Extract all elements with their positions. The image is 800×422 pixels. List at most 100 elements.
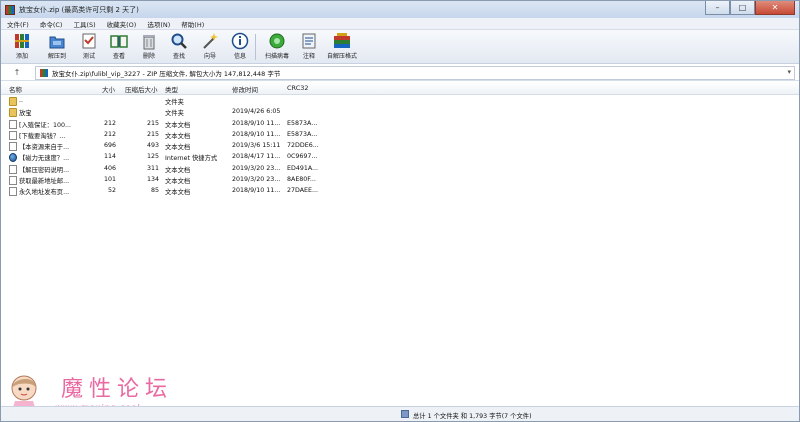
maximize-button[interactable]: □ — [730, 1, 755, 15]
toolbar-find-button[interactable]: 查找 — [164, 32, 194, 62]
row-type: 文件夹 — [165, 110, 184, 118]
address-path: 放宝女仆.zip\fulibl_vip_3227 - ZIP 压缩文件, 解包大… — [52, 70, 281, 78]
toolbar-sfx-button[interactable]: 自解压格式 — [327, 32, 357, 62]
row-modified: 2018/4/17 11... — [232, 153, 281, 161]
toolbar-virus-scan-button[interactable]: 扫描病毒 — [262, 32, 292, 62]
folder-extract-icon — [49, 36, 65, 49]
row-modified: 2019/3/20 23... — [232, 176, 281, 184]
row-packed: 125 — [146, 153, 159, 161]
toolbar-delete-button[interactable]: 删除 — [134, 32, 164, 62]
row-modified: 2019/3/6 15:11 — [232, 142, 281, 150]
row-crc: 72DDE6... — [287, 142, 319, 150]
info-icon — [231, 32, 249, 50]
zip-file-icon — [40, 69, 48, 77]
row-name: 放宝 — [19, 110, 32, 118]
view-book-icon — [110, 35, 128, 48]
table-row[interactable]: .. 文件夹 — [1, 96, 799, 107]
internet-shortcut-icon — [9, 153, 17, 163]
magnifier-icon — [171, 33, 187, 49]
menu-file[interactable]: 文件(F) — [7, 19, 29, 29]
toolbar-wizard-button[interactable]: 向导 — [195, 32, 225, 62]
test-checklist-icon — [82, 33, 96, 49]
menu-tools[interactable]: 工具(S) — [73, 19, 95, 29]
toolbar-label: 自解压格式 — [327, 53, 358, 60]
virus-scan-icon — [269, 33, 285, 49]
toolbar-test-button[interactable]: 测试 — [74, 32, 104, 62]
table-row[interactable]: 【磁力无速度？... 114 125 Internet 快捷方式 2018/4/… — [1, 152, 799, 163]
address-field[interactable]: 放宝女仆.zip\fulibl_vip_3227 - ZIP 压缩文件, 解包大… — [35, 66, 795, 80]
status-text: 总计 1 个文件夹 和 1,793 字节(7 个文件) — [413, 413, 532, 420]
row-type: 文本文档 — [165, 132, 191, 140]
row-name: .. — [19, 97, 24, 104]
menu-command[interactable]: 命令(C) — [40, 19, 63, 29]
row-packed: 215 — [146, 130, 159, 138]
row-crc: E5873A... — [287, 119, 318, 127]
column-header-crc32[interactable]: CRC32 — [287, 84, 309, 92]
menu-options[interactable]: 选项(N) — [147, 19, 170, 29]
row-packed: 85 — [150, 187, 159, 195]
column-header-size[interactable]: 大小 — [102, 84, 115, 94]
table-row[interactable]: [下载要淘钱？... 212 215 文本文档 2018/9/10 11... … — [1, 130, 799, 141]
toolbar-view-button[interactable]: 查看 — [104, 32, 134, 62]
row-type: 文本文档 — [165, 144, 191, 152]
row-type: 文本文档 — [165, 189, 191, 197]
watermark-title: 魔性论坛 — [61, 377, 174, 402]
table-row[interactable]: 【解压密码说明... 406 311 文本文档 2019/3/20 23... … — [1, 164, 799, 175]
comment-icon — [302, 33, 316, 49]
toolbar-extract-button[interactable]: 解压到 — [42, 32, 72, 62]
column-header-packed[interactable]: 压缩后大小 — [125, 84, 158, 94]
toolbar-label: 删除 — [142, 53, 155, 60]
folder-icon — [9, 108, 17, 118]
window-controls: – □ ✕ — [705, 1, 795, 15]
toolbar-label: 向导 — [203, 53, 216, 60]
row-packed: 311 — [146, 164, 159, 172]
winrar-window: 放宝女仆.zip (最高类许可只剩 2 天了) – □ ✕ 文件(F) 命令(C… — [0, 0, 800, 422]
toolbar-label: 解压到 — [47, 53, 66, 60]
column-header-type[interactable]: 类型 — [165, 84, 178, 94]
close-button[interactable]: ✕ — [755, 1, 795, 15]
toolbar-comment-button[interactable]: 注释 — [294, 32, 324, 62]
table-row[interactable]: 【本资源来自于... 696 493 文本文档 2019/3/6 15:11 7… — [1, 141, 799, 152]
wizard-wand-icon — [203, 33, 218, 49]
table-row[interactable]: 获取最新地址邮... 101 134 文本文档 2019/3/20 23... … — [1, 175, 799, 186]
minimize-button[interactable]: – — [705, 1, 730, 15]
menu-help[interactable]: 帮助(H) — [181, 19, 204, 29]
toolbar-add-button[interactable]: 添加 — [7, 32, 37, 62]
winrar-add-icon — [15, 34, 29, 48]
toolbar-info-button[interactable]: 信息 — [225, 32, 255, 62]
text-file-icon — [9, 176, 17, 186]
window-title: 放宝女仆.zip (最高类许可只剩 2 天了) — [19, 5, 139, 14]
trash-can-icon — [143, 35, 155, 50]
chevron-down-icon[interactable]: ▾ — [787, 68, 791, 76]
up-folder-button[interactable]: ↑ — [9, 66, 25, 80]
column-header-modified[interactable]: 修改时间 — [232, 84, 258, 94]
row-type: 文本文档 — [165, 178, 191, 186]
menu-favorites[interactable]: 收藏夹(O) — [107, 19, 137, 29]
row-modified: 2018/9/10 11... — [232, 130, 281, 138]
toolbar-label: 查看 — [112, 53, 125, 60]
table-row[interactable]: [入殖保证：100... 212 215 文本文档 2018/9/10 11..… — [1, 119, 799, 130]
column-header-name[interactable]: 名称 — [9, 84, 22, 94]
row-crc: 8AE80F... — [287, 176, 316, 184]
menu-bar: 文件(F) 命令(C) 工具(S) 收藏夹(O) 选项(N) 帮助(H) — [1, 18, 799, 30]
row-crc: E5873A... — [287, 130, 318, 138]
file-list: .. 文件夹 放宝 文件夹 2019/4/26 6:05 [入殖保证：100..… — [1, 96, 799, 198]
toolbar-label: 注释 — [302, 53, 315, 60]
row-modified: 2018/9/10 11... — [232, 119, 281, 127]
row-packed: 134 — [146, 176, 159, 184]
address-bar: ↑ 放宝女仆.zip\fulibl_vip_3227 - ZIP 压缩文件, 解… — [1, 65, 799, 81]
row-crc: 27DAEE... — [287, 187, 319, 195]
toolbar-label: 测试 — [82, 53, 95, 60]
text-file-icon — [9, 187, 17, 197]
sfx-archive-icon — [334, 33, 350, 48]
row-modified: 2018/9/10 11... — [232, 187, 281, 195]
table-row[interactable]: 永久地址发布页... 52 85 文本文档 2018/9/10 11... 27… — [1, 186, 799, 197]
text-file-icon — [9, 142, 17, 152]
row-crc: ED491A... — [287, 164, 319, 172]
text-file-icon — [9, 119, 17, 129]
row-packed: 493 — [146, 142, 159, 150]
folder-icon — [9, 97, 17, 106]
title-bar[interactable]: 放宝女仆.zip (最高类许可只剩 2 天了) – □ ✕ — [1, 1, 799, 18]
table-row[interactable]: 放宝 文件夹 2019/4/26 6:05 — [1, 107, 799, 118]
row-type: Internet 快捷方式 — [165, 155, 218, 163]
